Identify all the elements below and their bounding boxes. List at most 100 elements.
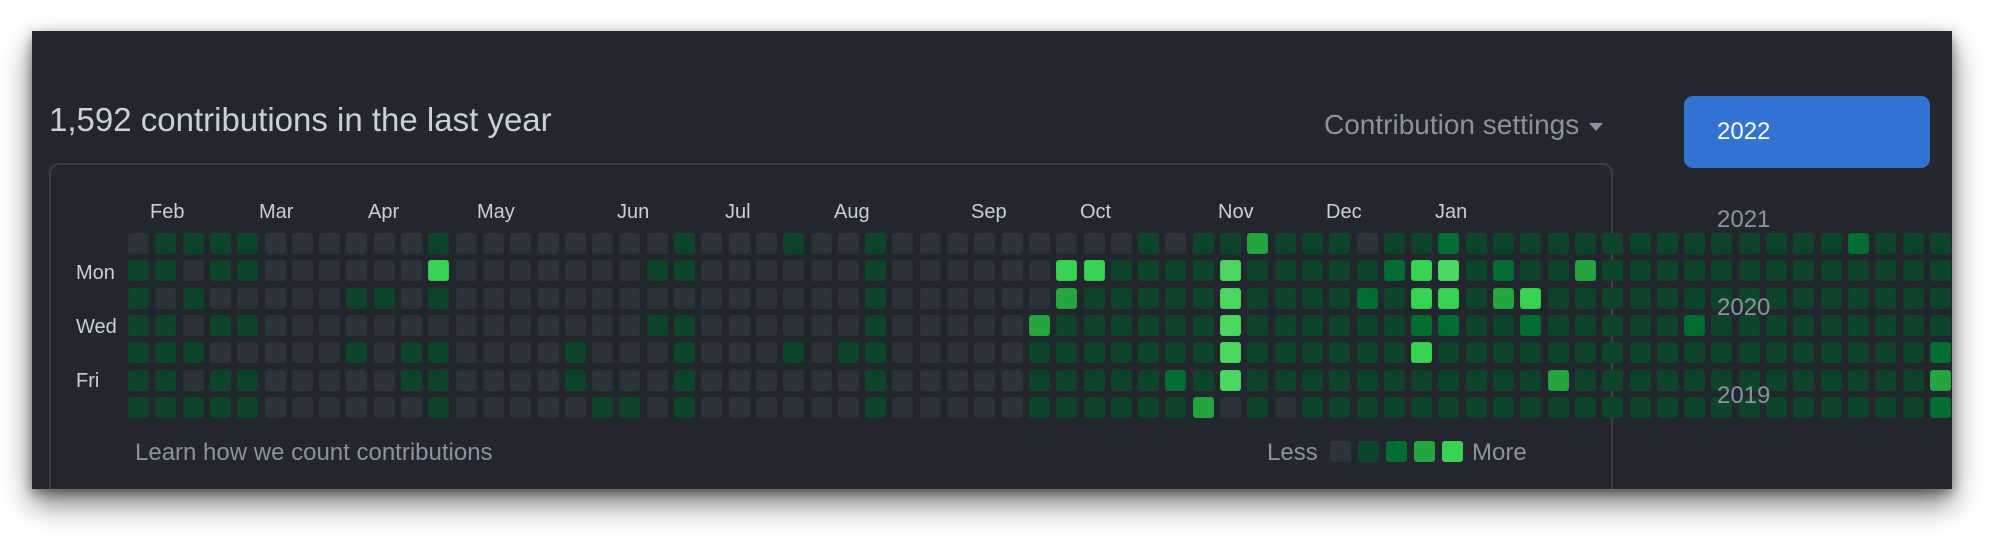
contribution-day[interactable] [1520, 396, 1542, 418]
contribution-day[interactable] [919, 369, 941, 391]
contribution-day[interactable] [537, 287, 559, 309]
contribution-day[interactable] [1656, 287, 1678, 309]
contribution-day[interactable] [128, 342, 149, 364]
contribution-day[interactable] [1383, 233, 1405, 254]
contribution-day[interactable] [919, 287, 941, 309]
contribution-day[interactable] [783, 342, 805, 364]
contribution-day[interactable] [1083, 342, 1105, 364]
contribution-day[interactable] [155, 233, 177, 254]
contribution-day[interactable] [1656, 396, 1678, 418]
contribution-day[interactable] [1192, 342, 1214, 364]
contribution-day[interactable] [1028, 369, 1050, 391]
contribution-day[interactable] [619, 260, 641, 282]
contribution-day[interactable] [537, 342, 559, 364]
contribution-day[interactable] [646, 369, 668, 391]
contribution-day[interactable] [291, 369, 313, 391]
contribution-day[interactable] [1247, 233, 1269, 254]
contribution-day[interactable] [291, 396, 313, 418]
contribution-day[interactable] [182, 396, 204, 418]
contribution-day[interactable] [1356, 233, 1378, 254]
contribution-day[interactable] [1356, 342, 1378, 364]
contribution-day[interactable] [892, 260, 914, 282]
contribution-day[interactable] [1301, 287, 1323, 309]
contribution-day[interactable] [1656, 233, 1678, 254]
contribution-day[interactable] [728, 396, 750, 418]
contribution-day[interactable] [1438, 233, 1460, 254]
contribution-day[interactable] [1083, 260, 1105, 282]
contribution-day[interactable] [1192, 314, 1214, 336]
contribution-day[interactable] [428, 287, 450, 309]
contribution-day[interactable] [401, 369, 422, 391]
contribution-day[interactable] [264, 342, 286, 364]
contribution-day[interactable] [674, 233, 695, 254]
contribution-day[interactable] [1083, 396, 1105, 418]
contribution-day[interactable] [510, 342, 532, 364]
contribution-day[interactable] [1465, 396, 1487, 418]
contribution-day[interactable] [1929, 233, 1951, 254]
contribution-day[interactable] [646, 314, 668, 336]
contribution-day[interactable] [1165, 233, 1187, 254]
contribution-day[interactable] [1574, 233, 1596, 254]
contribution-day[interactable] [947, 314, 968, 336]
contribution-day[interactable] [346, 233, 368, 254]
contribution-day[interactable] [319, 287, 341, 309]
contribution-day[interactable] [1929, 369, 1951, 391]
contribution-day[interactable] [1356, 287, 1378, 309]
learn-how-we-count-link[interactable]: Learn how we count contributions [135, 439, 493, 467]
contribution-day[interactable] [1220, 233, 1241, 254]
contribution-day[interactable] [837, 369, 859, 391]
contribution-day[interactable] [1001, 314, 1023, 336]
contribution-day[interactable] [1493, 287, 1514, 309]
contribution-day[interactable] [1329, 314, 1351, 336]
contribution-day[interactable] [1465, 233, 1487, 254]
contribution-day[interactable] [701, 342, 723, 364]
contribution-day[interactable] [1411, 314, 1433, 336]
contribution-day[interactable] [1138, 369, 1160, 391]
contribution-day[interactable] [1028, 314, 1050, 336]
contribution-day[interactable] [728, 287, 750, 309]
contribution-day[interactable] [510, 260, 532, 282]
contribution-day[interactable] [1165, 342, 1187, 364]
contribution-day[interactable] [1411, 233, 1433, 254]
contribution-day[interactable] [1602, 260, 1624, 282]
contribution-day[interactable] [182, 342, 204, 364]
contribution-day[interactable] [1356, 314, 1378, 336]
contribution-day[interactable] [1274, 369, 1296, 391]
contribution-day[interactable] [1056, 369, 1078, 391]
contribution-day[interactable] [892, 369, 914, 391]
contribution-day[interactable] [1438, 342, 1460, 364]
contribution-day[interactable] [237, 260, 259, 282]
contribution-day[interactable] [1929, 314, 1951, 336]
contribution-day[interactable] [237, 396, 259, 418]
contribution-day[interactable] [182, 369, 204, 391]
contribution-day[interactable] [1383, 314, 1405, 336]
contribution-day[interactable] [974, 287, 996, 309]
contribution-day[interactable] [346, 287, 368, 309]
contribution-settings-dropdown[interactable]: Contribution settings [1324, 109, 1604, 141]
contribution-day[interactable] [237, 369, 259, 391]
contribution-day[interactable] [1028, 287, 1050, 309]
contribution-day[interactable] [537, 369, 559, 391]
contribution-day[interactable] [128, 396, 149, 418]
contribution-day[interactable] [128, 314, 149, 336]
contribution-day[interactable] [810, 396, 832, 418]
contribution-day[interactable] [1547, 314, 1569, 336]
contribution-day[interactable] [1574, 314, 1596, 336]
contribution-day[interactable] [373, 396, 395, 418]
contribution-day[interactable] [1301, 233, 1323, 254]
contribution-day[interactable] [1520, 342, 1542, 364]
contribution-day[interactable] [1602, 342, 1624, 364]
contribution-day[interactable] [264, 396, 286, 418]
contribution-day[interactable] [1247, 369, 1269, 391]
contribution-day[interactable] [1056, 314, 1078, 336]
contribution-day[interactable] [1574, 369, 1596, 391]
contribution-day[interactable] [128, 369, 149, 391]
contribution-day[interactable] [1493, 260, 1514, 282]
year-2021-button[interactable]: 2021 [1684, 184, 1930, 256]
contribution-day[interactable] [837, 396, 859, 418]
contribution-day[interactable] [1520, 314, 1542, 336]
contribution-day[interactable] [1165, 396, 1187, 418]
contribution-day[interactable] [291, 342, 313, 364]
contribution-day[interactable] [1656, 369, 1678, 391]
contribution-day[interactable] [482, 314, 504, 336]
